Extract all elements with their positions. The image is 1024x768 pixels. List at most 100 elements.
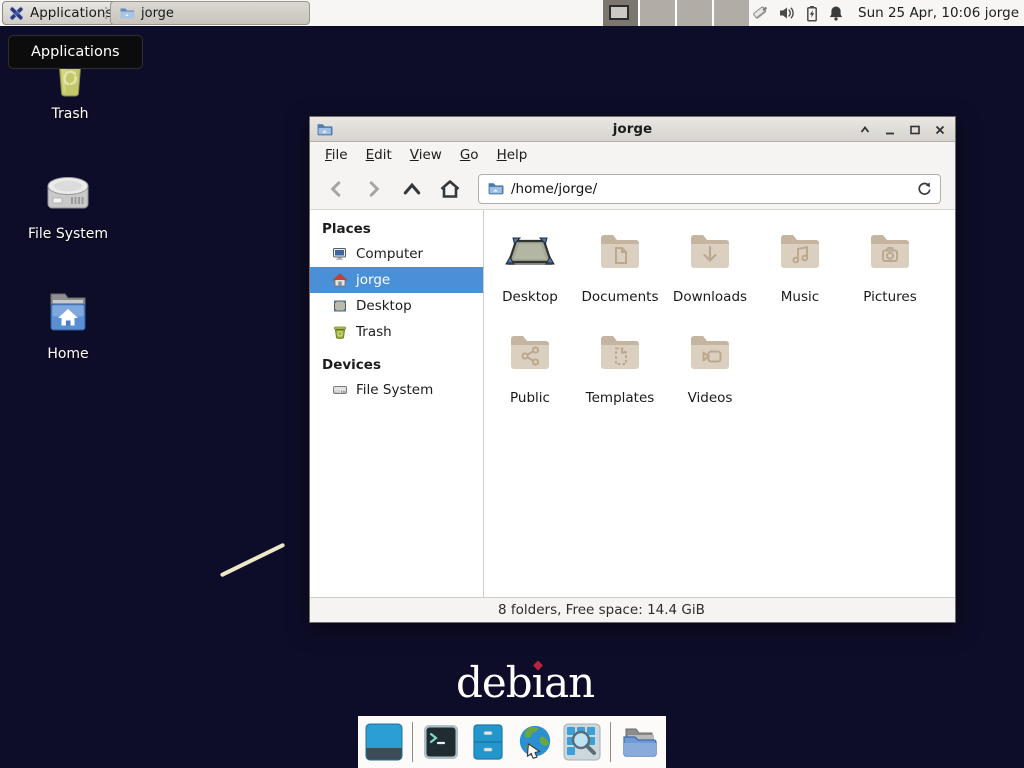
terminal-icon[interactable] (422, 723, 460, 761)
workspace-3[interactable] (677, 0, 712, 26)
folder-label: Pictures (863, 289, 916, 305)
documents-folder-icon (596, 228, 644, 276)
folder-item-downloads[interactable]: Downloads (665, 228, 755, 305)
window-folder-icon (316, 121, 333, 138)
menu-view[interactable]: View (401, 143, 451, 167)
videos-folder-icon (686, 329, 734, 377)
sidebar-item-jorge[interactable]: jorge (310, 267, 483, 293)
battery-icon[interactable] (805, 5, 819, 22)
desktop-icon-home[interactable]: Home (13, 288, 123, 362)
dock-separator (412, 722, 413, 762)
folder-label: Desktop (502, 289, 558, 305)
status-text: 8 folders, Free space: 14.4 GiB (498, 602, 705, 618)
directory-menu-folder-icon[interactable] (620, 723, 658, 761)
folder-icon (119, 5, 135, 21)
show-desktop-icon[interactable] (365, 723, 403, 761)
folder-item-public[interactable]: Public (485, 329, 575, 406)
sidebar-item-label: Desktop (356, 298, 412, 314)
menu-edit[interactable]: Edit (357, 143, 401, 167)
desktop-icon-label: Trash (52, 106, 89, 122)
path-input[interactable]: /home/jorge/ (511, 181, 910, 197)
folder-item-documents[interactable]: Documents (575, 228, 665, 305)
folder-view[interactable]: Desktop Documents (484, 210, 955, 597)
eraser-icon[interactable] (751, 4, 770, 23)
minimize-button[interactable] (883, 123, 897, 137)
hard-drive-icon (40, 168, 96, 218)
shade-button[interactable] (858, 123, 872, 137)
taskbar-button-jorge[interactable]: jorge (110, 1, 310, 25)
workspace-switcher[interactable] (603, 0, 749, 26)
debian-wordmark: debıan (456, 660, 594, 706)
public-folder-icon (506, 329, 554, 377)
music-folder-icon (776, 228, 824, 276)
folder-label: Videos (688, 390, 733, 406)
application-finder-icon[interactable] (563, 723, 601, 761)
panel-clock[interactable]: Sun 25 Apr, 10:06 (858, 0, 980, 26)
sidebar-item-label: jorge (356, 272, 390, 288)
folder-item-pictures[interactable]: Pictures (845, 228, 935, 305)
notifications-bell-icon[interactable] (828, 5, 844, 22)
menubar: File Edit View Go Help (310, 142, 955, 168)
toolbar: /home/jorge/ (310, 168, 955, 209)
downloads-folder-icon (686, 228, 734, 276)
menu-go[interactable]: Go (451, 143, 488, 167)
bottom-dock (358, 716, 666, 768)
folder-label: Documents (582, 289, 659, 305)
trash-icon (332, 324, 348, 340)
folder-label: Public (510, 390, 550, 406)
menu-help[interactable]: Help (488, 143, 537, 167)
menu-file[interactable]: File (316, 143, 357, 167)
dock-separator (610, 722, 611, 762)
sidebar-item-computer[interactable]: Computer (310, 241, 483, 267)
panel-handle[interactable] (104, 6, 108, 20)
sidebar-item-label: Computer (356, 246, 423, 262)
sidebar-item-label: File System (356, 382, 433, 398)
applications-menu-label: Applications (30, 5, 112, 21)
file-manager-icon[interactable] (469, 723, 507, 761)
sidebar-item-trash[interactable]: Trash (310, 319, 483, 345)
pictures-folder-icon (866, 228, 914, 276)
sidebar-item-desktop[interactable]: Desktop (310, 293, 483, 319)
sidebar: Places Computer (310, 210, 484, 597)
path-bar[interactable]: /home/jorge/ (478, 174, 941, 204)
volume-icon[interactable] (779, 5, 796, 21)
home-button[interactable] (432, 173, 468, 205)
folder-item-music[interactable]: Music (755, 228, 845, 305)
taskbar-button-label: jorge (141, 6, 174, 21)
statusbar: 8 folders, Free space: 14.4 GiB (310, 597, 955, 622)
close-button[interactable] (933, 123, 947, 137)
desktop-icon (332, 298, 348, 314)
folder-item-videos[interactable]: Videos (665, 329, 755, 406)
up-button[interactable] (394, 173, 430, 205)
workspace-1[interactable] (603, 0, 638, 26)
computer-icon (332, 246, 348, 262)
hard-drive-icon (332, 382, 348, 398)
cursor-trail-artifact (220, 543, 286, 578)
templates-folder-icon (596, 329, 644, 377)
back-button[interactable] (318, 173, 354, 205)
home-folder-icon (42, 288, 94, 338)
top-panel: Applications jorge (0, 0, 1024, 26)
panel-username[interactable]: jorge (985, 0, 1019, 26)
logo-text: deb (456, 658, 532, 707)
reload-icon[interactable] (917, 181, 932, 196)
file-manager-window: jorge File Edit View Go Help (309, 116, 956, 623)
folder-item-templates[interactable]: Templates (575, 329, 665, 406)
sidebar-places-header: Places (310, 217, 483, 241)
forward-button[interactable] (356, 173, 392, 205)
folder-label: Music (781, 289, 819, 305)
folder-label: Downloads (673, 289, 747, 305)
titlebar[interactable]: jorge (310, 117, 955, 142)
sidebar-item-file-system[interactable]: File System (310, 377, 483, 403)
desktop-icon (503, 228, 557, 276)
web-browser-icon[interactable] (516, 723, 554, 761)
folder-label: Templates (586, 390, 655, 406)
workspace-4[interactable] (714, 0, 749, 26)
maximize-button[interactable] (908, 123, 922, 137)
folder-item-desktop[interactable]: Desktop (485, 228, 575, 305)
desktop-icon-file-system[interactable]: File System (13, 168, 123, 242)
logo-text: an (544, 658, 594, 707)
workspace-2[interactable] (640, 0, 675, 26)
folder-icon (487, 180, 504, 197)
applications-tooltip: Applications (8, 35, 143, 69)
